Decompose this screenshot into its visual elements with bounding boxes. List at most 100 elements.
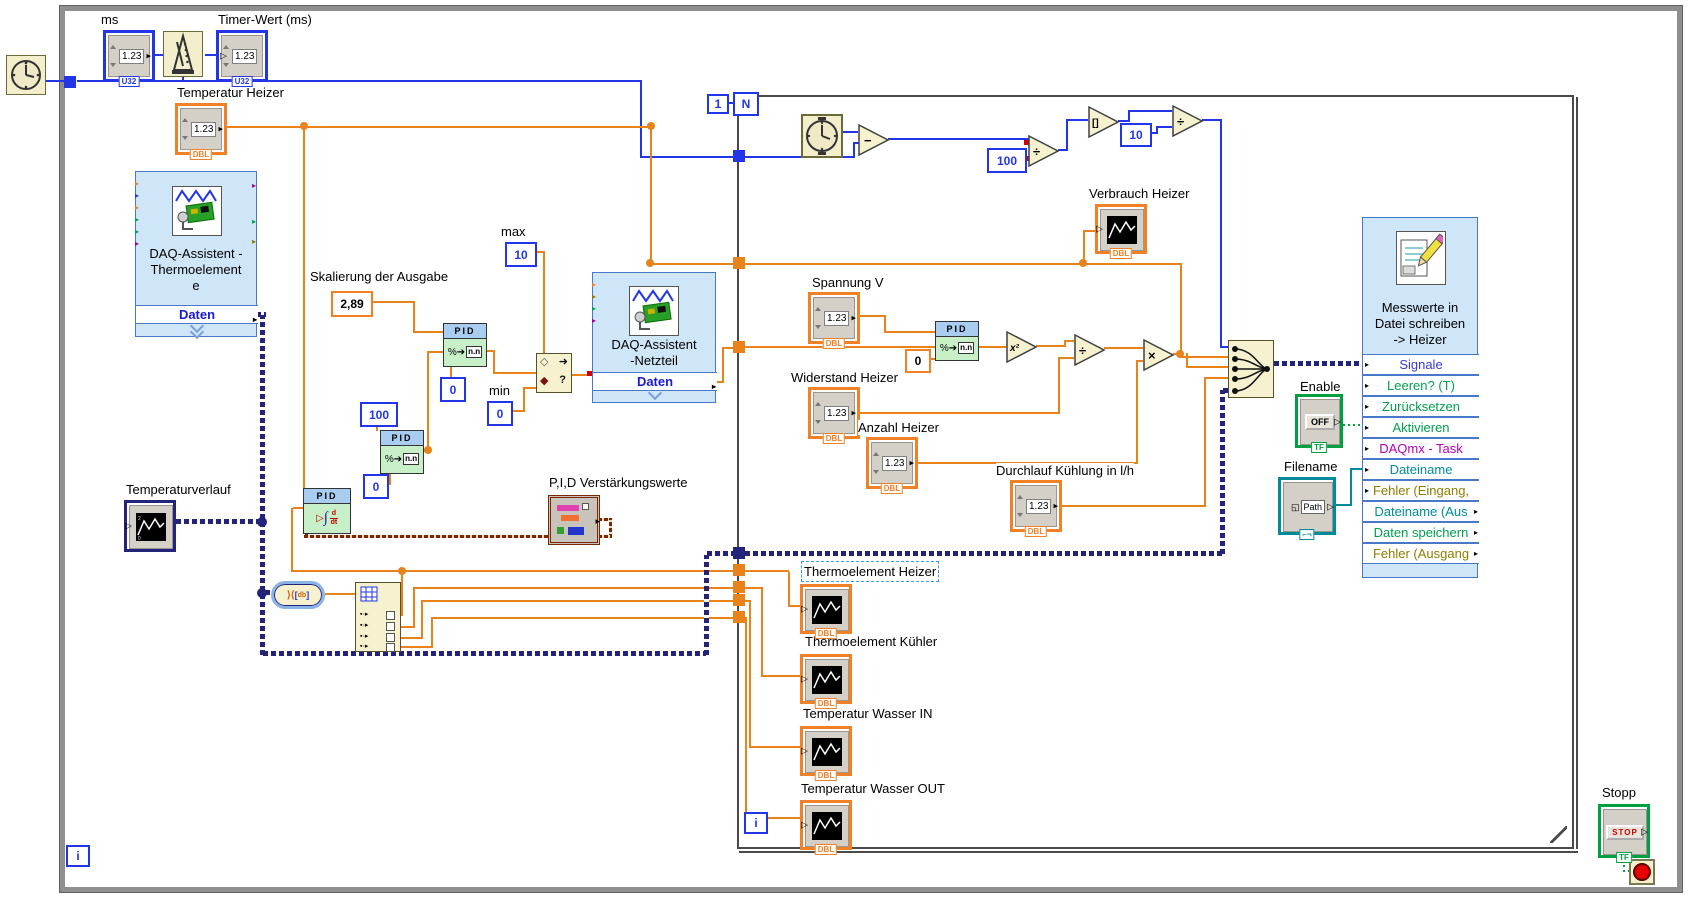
- zero-constant[interactable]: 0: [363, 474, 389, 499]
- max-constant[interactable]: 10: [505, 242, 537, 267]
- wait-timer-clock-icon[interactable]: [6, 55, 46, 95]
- convert-from-dynamic-data[interactable]: ⟩⟨ [ db ]: [271, 581, 325, 609]
- temperatur-heizer-control[interactable]: 1.23 ▸ DBL: [175, 103, 227, 160]
- increment-decrement-icon[interactable]: [1017, 495, 1025, 517]
- decorative: [739, 851, 1578, 853]
- stopp-control[interactable]: STOP ▷ TF: [1598, 804, 1650, 863]
- port-row-signale[interactable]: ▸ Signale: [1363, 354, 1479, 375]
- while-loop-iteration-terminal[interactable]: i: [66, 845, 90, 867]
- decorative: STOP ▷: [1603, 809, 1648, 855]
- pid-gains-cluster[interactable]: ▸: [548, 495, 600, 545]
- write-measurement-file-vi[interactable]: Messwerte in Datei schreiben -> Heizer ▸…: [1362, 217, 1479, 578]
- square-function[interactable]: x²: [1006, 330, 1038, 368]
- port-row-aktivieren[interactable]: ▸ Aktivieren: [1363, 417, 1479, 438]
- pid-percent-to-egu-3[interactable]: PID % ➔ n.n: [935, 321, 979, 361]
- decorative: [642, 301, 672, 324]
- decorative: [561, 515, 579, 521]
- verbrauch-heizer-indicator[interactable]: ▷ DBL: [1095, 204, 1147, 259]
- loop-resize-notch[interactable]: [1550, 826, 1567, 843]
- input-arrow-icon: ▷: [801, 603, 808, 614]
- daq-assistent-thermoelemente[interactable]: DAQ-Assistent - Thermoelement e Daten ▸ …: [135, 171, 258, 340]
- index-array[interactable]: ▪·▸ ▪·▸ ▪·▸ ▪·▸: [355, 582, 401, 652]
- tick-count-clock-icon[interactable]: [801, 114, 843, 158]
- thermoelement-kuehler-indicator[interactable]: ▷ DBL: [800, 654, 852, 709]
- min-constant[interactable]: 0: [487, 401, 513, 426]
- skalierung-constant[interactable]: 2,89: [331, 291, 373, 317]
- increment-decrement-icon[interactable]: [182, 118, 190, 140]
- temperatur-wasser-out-indicator[interactable]: ▷ DBL: [800, 800, 852, 855]
- decorative: [805, 659, 849, 701]
- increment-decrement-icon[interactable]: [815, 307, 823, 329]
- zero-constant[interactable]: 0: [440, 377, 466, 402]
- decorative: 1.23 ▸: [108, 35, 151, 77]
- thermoelement-heizer-indicator[interactable]: ▷ DBL: [800, 584, 852, 639]
- in-range-and-coerce[interactable]: ◇ ◆ ➜ ?: [536, 353, 572, 393]
- increment-decrement-icon[interactable]: [873, 452, 881, 474]
- wire: [205, 54, 216, 56]
- index-array-element-function[interactable]: []: [1088, 105, 1120, 143]
- zero-constant[interactable]: 0: [905, 349, 931, 373]
- port-row-dateiname[interactable]: ▸ Dateiname: [1363, 459, 1479, 480]
- port-row-zuruecksetzen[interactable]: ▸ Zurücksetzen: [1363, 396, 1479, 417]
- decorative: [813, 742, 841, 761]
- daq-assistent-netzteil[interactable]: DAQ-Assistent -Netzteil Daten ▸ ▸ ▸ ▸ ▸: [592, 272, 717, 403]
- hundred-constant[interactable]: 100: [360, 402, 398, 427]
- port-row-fehler-eingang[interactable]: ▸ Fehler (Eingang,: [1363, 480, 1479, 501]
- convert-glyph-icon: ⟩⟨: [286, 589, 295, 601]
- decorative: [632, 289, 674, 303]
- port-row-daten-speichern[interactable]: Daten speichern ▸: [1363, 522, 1479, 543]
- pid-percent-to-egu-1[interactable]: PID % ➔ n.n: [443, 323, 487, 367]
- ten-constant[interactable]: 10: [1120, 123, 1152, 147]
- port-arrow-icon: ▸: [592, 292, 597, 301]
- divide-function[interactable]: ÷: [1028, 134, 1060, 172]
- off-button[interactable]: OFF: [1305, 414, 1335, 430]
- wait-until-next-ms-metronome-icon[interactable]: [163, 31, 203, 77]
- temperaturverlauf-chart[interactable]: ▷ 20: [124, 500, 176, 552]
- port-row-daqmx-task[interactable]: ▸ DAQmx - Task: [1363, 438, 1479, 459]
- temperatur-wasser-in-indicator[interactable]: ▷ DBL: [800, 726, 852, 781]
- loop-count-constant[interactable]: 1: [707, 94, 729, 114]
- output-arrow-icon: ▸: [1053, 500, 1058, 511]
- for-loop-n-terminal[interactable]: N: [733, 92, 759, 116]
- wire: [369, 301, 415, 303]
- timer-wert-indicator[interactable]: ▷ 1.23 U32: [216, 30, 268, 87]
- increment-decrement-icon[interactable]: [110, 45, 118, 67]
- decorative: [813, 600, 841, 619]
- spannung-control[interactable]: 1.23 ▸ DBL: [808, 292, 860, 349]
- pid-vi[interactable]: PID ▷ ∫ d dt: [303, 488, 351, 534]
- port-row-leeren[interactable]: ▸ Leeren? (T): [1363, 375, 1479, 396]
- anzahl-label: Anzahl Heizer: [858, 420, 939, 435]
- anzahl-control[interactable]: 1.23 ▸ DBL: [866, 437, 918, 494]
- for-loop-iteration-terminal[interactable]: i: [744, 812, 768, 834]
- filename-control[interactable]: ◱ Path ▷ ⌐¬: [1278, 477, 1336, 540]
- divide-function[interactable]: ÷: [1172, 104, 1204, 142]
- decorative: ×: [1143, 338, 1175, 372]
- durchlauf-control[interactable]: 1.23 ▸ DBL: [1010, 480, 1062, 537]
- port-row-fehler-ausgang[interactable]: Fehler (Ausgang ▸: [1363, 543, 1479, 564]
- decorative[interactable]: Path: [1300, 500, 1326, 514]
- decorative: [818, 117, 826, 120]
- widerstand-control[interactable]: 1.23 ▸ DBL: [808, 387, 860, 444]
- expand-chevron-icon[interactable]: [593, 385, 717, 401]
- increment-decrement-icon[interactable]: [815, 402, 823, 424]
- wire: [640, 80, 642, 158]
- decorative: ▷ ∫ d dt: [304, 504, 350, 532]
- divide-function[interactable]: ÷: [1074, 333, 1106, 371]
- hundred-constant[interactable]: 100: [987, 148, 1027, 173]
- pid-percent-to-egu-2[interactable]: PID % ➔ n.n: [380, 430, 424, 474]
- index-row: ▪·▸: [360, 643, 369, 650]
- port-row-dateiname-aus[interactable]: Dateiname (Aus ▸: [1363, 501, 1479, 522]
- stop-button[interactable]: STOP: [1606, 824, 1644, 840]
- enable-control[interactable]: OFF ▷ TF: [1295, 394, 1343, 453]
- subtract-function[interactable]: −: [858, 123, 890, 161]
- loop-condition-terminal[interactable]: [1629, 859, 1655, 885]
- decorative: Signale: [1399, 357, 1443, 372]
- multiply-function[interactable]: ×: [1143, 338, 1175, 376]
- decorative: [812, 666, 842, 694]
- expand-chevron-icon[interactable]: [136, 318, 258, 340]
- port-arrow-icon: ▸: [251, 181, 256, 190]
- in-arrow-icon: ▸: [1365, 381, 1370, 390]
- merge-signals[interactable]: [1228, 340, 1274, 398]
- ms-control[interactable]: 1.23 ▸ U32: [103, 30, 155, 87]
- input-arrow-icon: ▷: [220, 50, 227, 61]
